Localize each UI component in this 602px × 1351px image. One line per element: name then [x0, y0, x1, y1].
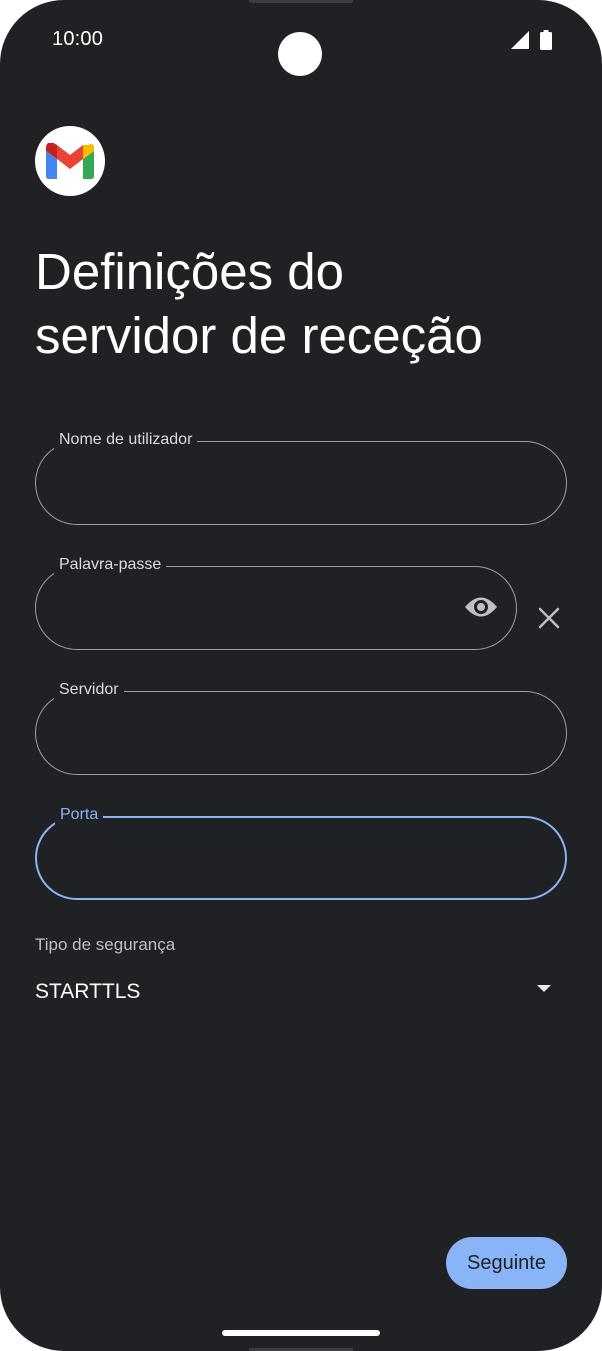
security-type-label: Tipo de segurança [35, 935, 176, 954]
home-indicator[interactable] [222, 1330, 380, 1336]
password-field[interactable]: Palavra-passe [35, 555, 517, 650]
port-label: Porta [55, 805, 104, 825]
top-edge-notch [249, 0, 353, 3]
next-button[interactable]: Seguinte [446, 1237, 567, 1289]
page-title: Definições do servidor de receção [35, 240, 575, 368]
status-icons [510, 30, 552, 55]
battery-icon [540, 30, 552, 55]
eye-icon[interactable] [464, 594, 498, 620]
server-label: Servidor [54, 680, 124, 700]
server-field[interactable]: Servidor [35, 680, 567, 775]
phone-screen: 10:00 Definições do servidor de receção … [0, 0, 602, 1351]
page-title-line2: servidor de receção [35, 307, 483, 364]
page-title-line1: Definições do [35, 243, 345, 300]
security-type-select[interactable]: STARTTLS [35, 980, 140, 1004]
username-field[interactable]: Nome de utilizador [35, 430, 567, 525]
gmail-logo-icon [35, 126, 105, 196]
close-icon[interactable] [534, 603, 564, 633]
port-field[interactable]: Porta [35, 805, 567, 900]
dropdown-arrow-icon[interactable] [536, 980, 552, 992]
password-label: Palavra-passe [54, 555, 167, 575]
username-label: Nome de utilizador [54, 430, 198, 450]
front-camera [278, 32, 322, 76]
signal-icon [510, 30, 530, 55]
status-time: 10:00 [52, 28, 104, 50]
